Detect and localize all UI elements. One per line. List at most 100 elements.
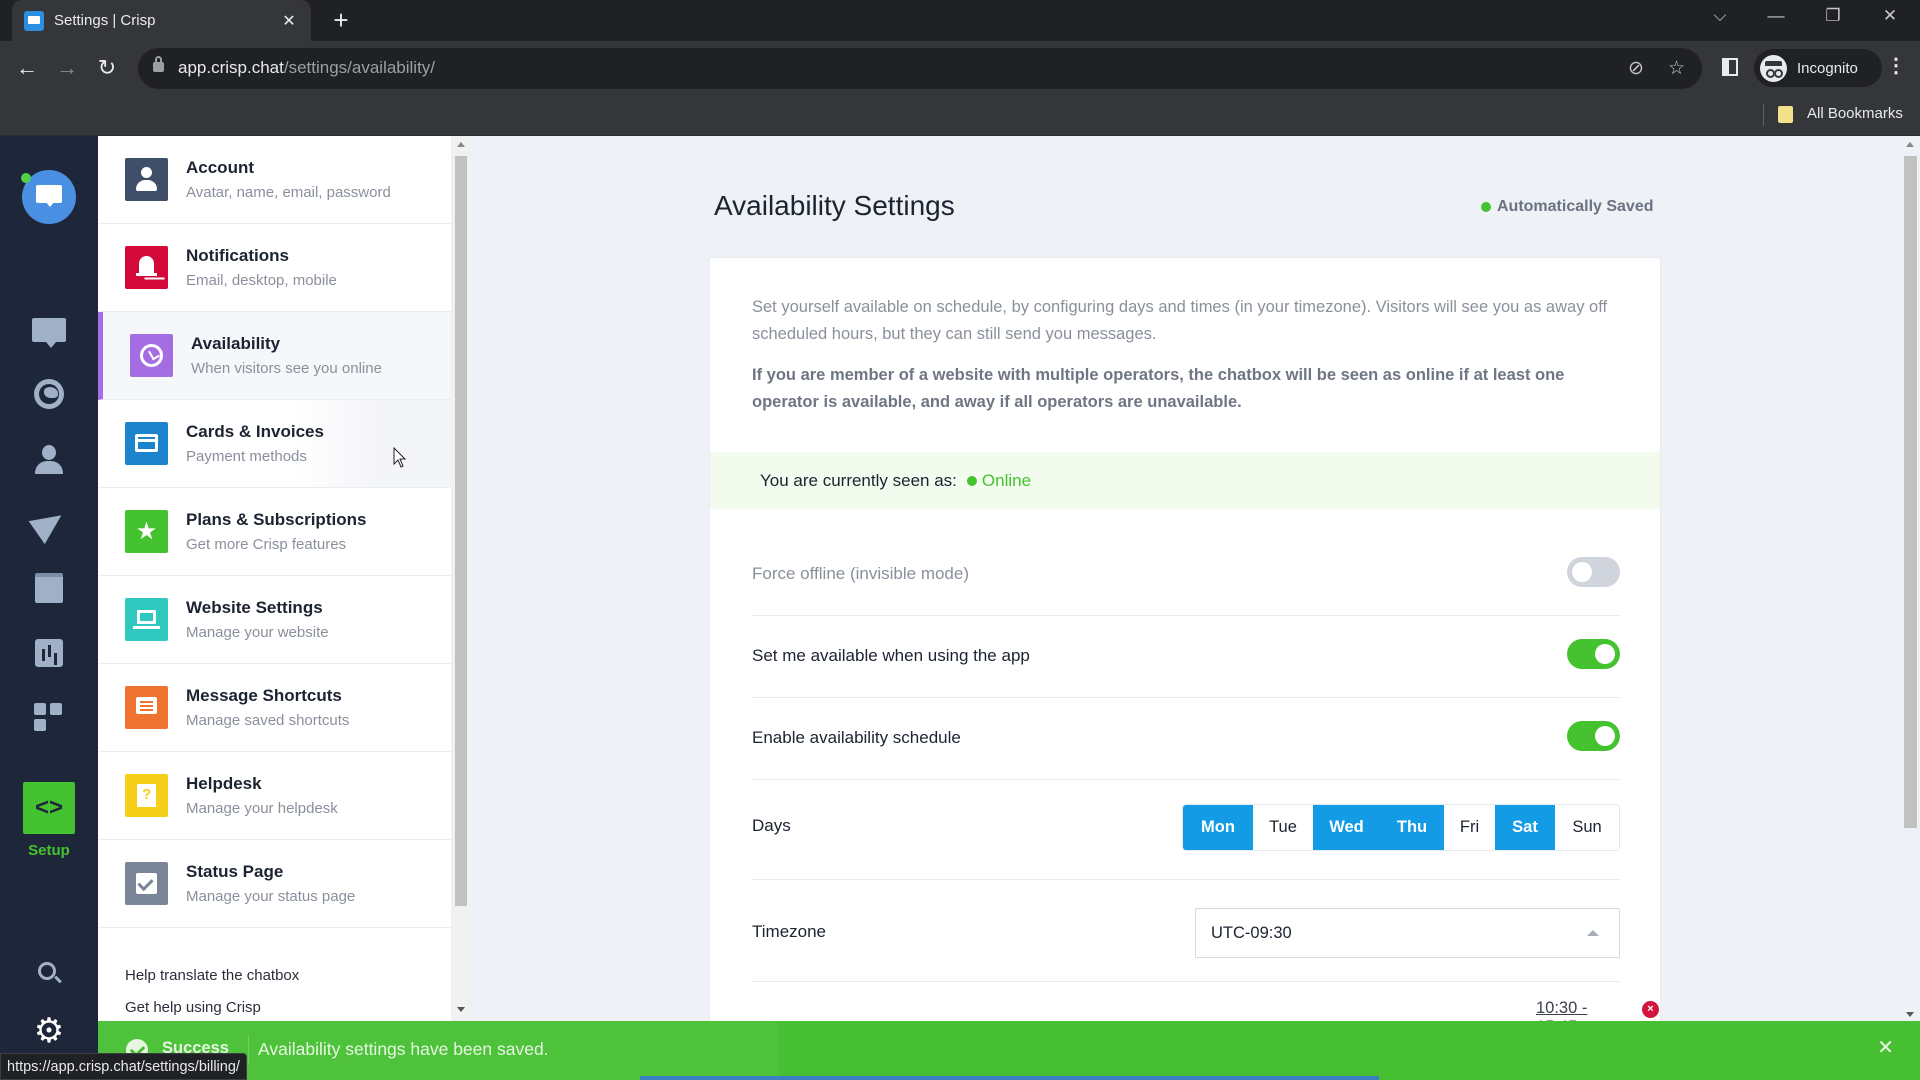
remove-time-icon[interactable]: × — [1642, 1001, 1659, 1018]
nav-item-notifications[interactable]: Notifications Email, desktop, mobile — [98, 224, 451, 312]
day-tue[interactable]: Tue — [1253, 805, 1313, 850]
nav-item-website-settings[interactable]: Website Settings Manage your website — [98, 576, 451, 664]
nav-item-subtitle: Avatar, name, email, password — [186, 184, 391, 201]
nav-item-title: Message Shortcuts — [186, 686, 342, 705]
operators-note: If you are member of a website with mult… — [752, 366, 1565, 411]
incognito-label: Incognito — [1797, 59, 1858, 77]
all-bookmarks-link[interactable]: All Bookmarks — [1807, 105, 1903, 122]
nav-item-title: Cards & Invoices — [186, 422, 324, 441]
nav-item-cards-invoices[interactable]: Cards & Invoices Payment methods — [98, 400, 451, 488]
get-help-link[interactable]: Get help using Crisp — [125, 999, 261, 1016]
day-mon[interactable]: Mon — [1183, 805, 1253, 850]
autosave-label: Automatically Saved — [1497, 198, 1654, 215]
day-sun[interactable]: Sun — [1555, 805, 1619, 850]
scroll-up-arrow-icon[interactable] — [1906, 142, 1914, 147]
scroll-down-arrow-icon[interactable] — [1906, 1012, 1914, 1017]
bell-icon — [125, 246, 168, 289]
nav-item-title: Account — [186, 158, 254, 177]
scrollbar-thumb[interactable] — [455, 156, 467, 906]
window-close-button[interactable]: ✕ — [1870, 6, 1910, 26]
browser-menu-icon[interactable]: ⋮ — [1886, 53, 1906, 78]
url-path: /settings/availability/ — [283, 58, 436, 77]
page-title: Availability Settings — [714, 190, 955, 221]
status-label: You are currently seen as: — [760, 470, 957, 490]
nav-item-title: Notifications — [186, 246, 289, 265]
tab-search-icon[interactable]: ⌵ — [1700, 6, 1740, 26]
day-thu[interactable]: Thu — [1380, 805, 1444, 850]
inbox-icon[interactable] — [29, 310, 69, 350]
setup-code-icon[interactable]: <> — [23, 782, 75, 834]
back-arrow-icon[interactable]: ← — [12, 53, 42, 83]
campaigns-icon[interactable] — [28, 503, 70, 545]
bookmark-star-icon[interactable]: ☆ — [1668, 57, 1685, 80]
helpdesk-book-icon[interactable] — [29, 568, 69, 608]
nav-item-subtitle: When visitors see you online — [191, 360, 382, 377]
status-value: Online — [981, 470, 1032, 490]
main-scrollbar[interactable] — [1900, 136, 1920, 1021]
saved-dot-icon — [1481, 202, 1491, 212]
online-status-dot — [21, 173, 31, 183]
nav-item-title: Helpdesk — [186, 774, 262, 793]
bookmarks-bar: All Bookmarks — [0, 96, 1920, 136]
nav-item-helpdesk[interactable]: Helpdesk Manage your helpdesk — [98, 752, 451, 840]
incognito-profile-button[interactable]: Incognito — [1754, 49, 1882, 87]
nav-item-title: Website Settings — [186, 598, 323, 617]
side-panel-icon[interactable] — [1722, 58, 1738, 76]
nav-item-status-page[interactable]: Status Page Manage your status page — [98, 840, 451, 928]
day-fri[interactable]: Fri — [1444, 805, 1495, 850]
scrollbar-thumb[interactable] — [1904, 156, 1917, 828]
address-bar[interactable]: app.crisp.chat/settings/availability/ ⊘ … — [138, 48, 1702, 89]
nav-item-subtitle: Get more Crisp features — [186, 536, 347, 553]
new-tab-button[interactable]: + — [326, 6, 356, 34]
toast-message: Availability settings have been saved. — [258, 1039, 549, 1059]
setting-label: Enable availability schedule — [752, 728, 961, 747]
nav-item-availability[interactable]: Availability When visitors see you online — [98, 312, 451, 400]
nav-item-account[interactable]: Account Avatar, name, email, password — [98, 136, 451, 224]
star-icon: ★ — [125, 510, 168, 553]
app-rail: <> Setup ⚙ — [0, 136, 98, 1080]
contacts-icon[interactable] — [29, 440, 69, 480]
nav-item-plans[interactable]: ★ Plans & Subscriptions Get more Crisp fe… — [98, 488, 451, 576]
nav-item-subtitle: Manage your helpdesk — [186, 800, 338, 817]
timezone-value: UTC-09:30 — [1211, 924, 1292, 942]
message-icon — [125, 686, 168, 729]
timezone-select[interactable]: UTC-09:30 — [1195, 908, 1620, 958]
nav-item-subtitle: Manage your status page — [186, 888, 356, 905]
laptop-icon — [125, 598, 168, 641]
toast-close-icon[interactable]: ✕ — [1877, 1035, 1894, 1060]
minimize-button[interactable]: — — [1756, 6, 1796, 26]
globe-icon[interactable] — [29, 374, 69, 414]
restore-button[interactable]: ❐ — [1813, 6, 1853, 26]
nav-item-message-shortcuts[interactable]: Message Shortcuts Manage saved shortcuts — [98, 664, 451, 752]
success-toast: Success Availability settings have been … — [98, 1021, 1920, 1080]
crisp-favicon-icon — [24, 10, 44, 31]
plugins-icon[interactable] — [29, 698, 69, 738]
folder-icon — [1778, 106, 1793, 123]
scroll-up-arrow-icon[interactable] — [457, 142, 465, 147]
day-wed[interactable]: Wed — [1313, 805, 1380, 850]
toast-progress-bar — [640, 1076, 1379, 1080]
available-in-app-toggle[interactable] — [1567, 639, 1620, 669]
scroll-down-arrow-icon[interactable] — [457, 1007, 465, 1012]
tab-close-icon[interactable]: ✕ — [279, 11, 299, 31]
gear-icon[interactable]: ⚙ — [32, 1014, 66, 1048]
account-icon — [125, 158, 168, 201]
autosave-indicator: Automatically Saved — [1481, 198, 1654, 216]
url-host: app.crisp.chat — [178, 58, 284, 77]
help-translate-link[interactable]: Help translate the chatbox — [125, 967, 299, 984]
helpdesk-icon — [125, 774, 168, 817]
clock-icon — [130, 334, 173, 377]
force-offline-toggle[interactable] — [1567, 557, 1620, 587]
reload-icon[interactable]: ↻ — [92, 53, 122, 83]
search-icon[interactable] — [38, 962, 56, 980]
day-sat[interactable]: Sat — [1495, 805, 1555, 850]
availability-card: Set yourself available on schedule, by c… — [709, 257, 1661, 1080]
forward-arrow-icon[interactable]: → — [52, 53, 82, 83]
eye-slash-icon[interactable]: ⊘ — [1628, 57, 1644, 80]
analytics-icon[interactable] — [29, 633, 69, 673]
schedule-toggle[interactable] — [1567, 721, 1620, 751]
settings-nav-scrollbar[interactable] — [451, 136, 471, 1016]
browser-tab-active[interactable]: Settings | Crisp ✕ — [12, 0, 311, 41]
lock-icon — [153, 56, 164, 72]
timezone-label: Timezone — [752, 922, 827, 941]
